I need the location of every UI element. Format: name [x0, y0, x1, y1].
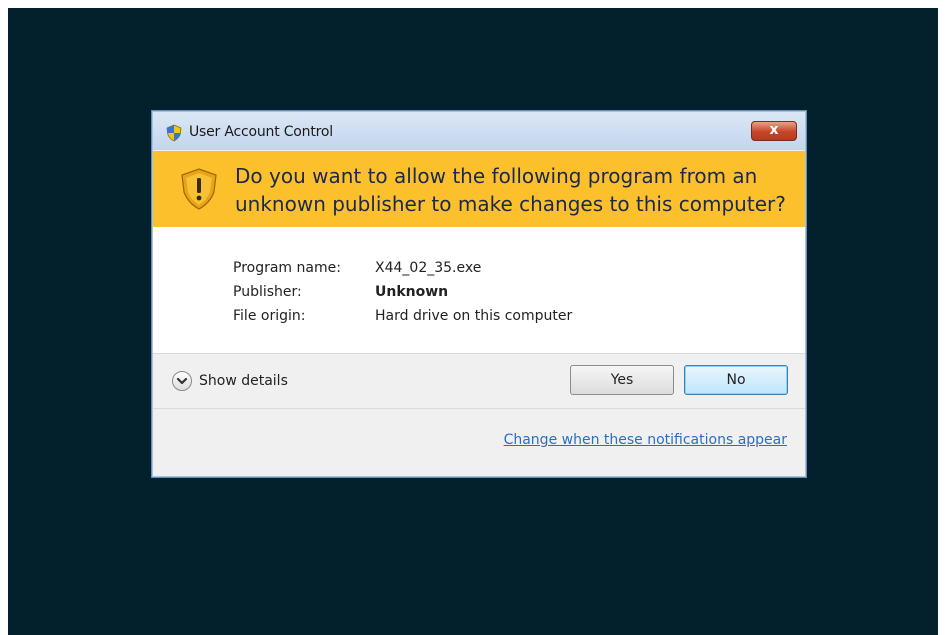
program-info: Program name: X44_02_35.exe Publisher: Unk… — [153, 227, 805, 353]
uac-dialog: User Account Control x Do you want to al… — [151, 110, 807, 478]
close-icon: x — [769, 122, 779, 138]
footer-divider — [153, 408, 805, 409]
dialog-title: User Account Control — [189, 124, 333, 140]
warning-banner: Do you want to allow the following progr… — [153, 151, 805, 227]
program-name-value: X44_02_35.exe — [375, 260, 482, 276]
file-origin-label: File origin: — [233, 308, 306, 324]
warning-shield-icon — [181, 168, 217, 210]
chevron-down-icon[interactable] — [172, 371, 192, 391]
program-name-row: Program name: X44_02_35.exe — [233, 260, 481, 276]
no-button[interactable]: No — [684, 365, 788, 395]
close-button[interactable]: x — [751, 121, 797, 141]
program-name-label: Program name: — [233, 260, 341, 276]
uac-shield-icon — [166, 124, 182, 142]
show-details-label[interactable]: Show details — [199, 373, 288, 389]
file-origin-row: File origin: Hard drive on this computer — [233, 308, 572, 324]
yes-button[interactable]: Yes — [570, 365, 674, 395]
publisher-row: Publisher: Unknown — [233, 284, 448, 300]
publisher-value: Unknown — [375, 284, 449, 300]
divider — [153, 353, 805, 354]
publisher-label: Publisher: — [233, 284, 302, 300]
title-bar[interactable]: User Account Control x — [153, 112, 805, 150]
change-notifications-link[interactable]: Change when these notifications appear — [504, 432, 787, 448]
file-origin-value: Hard drive on this computer — [375, 308, 573, 324]
uac-question: Do you want to allow the following progr… — [235, 164, 786, 216]
